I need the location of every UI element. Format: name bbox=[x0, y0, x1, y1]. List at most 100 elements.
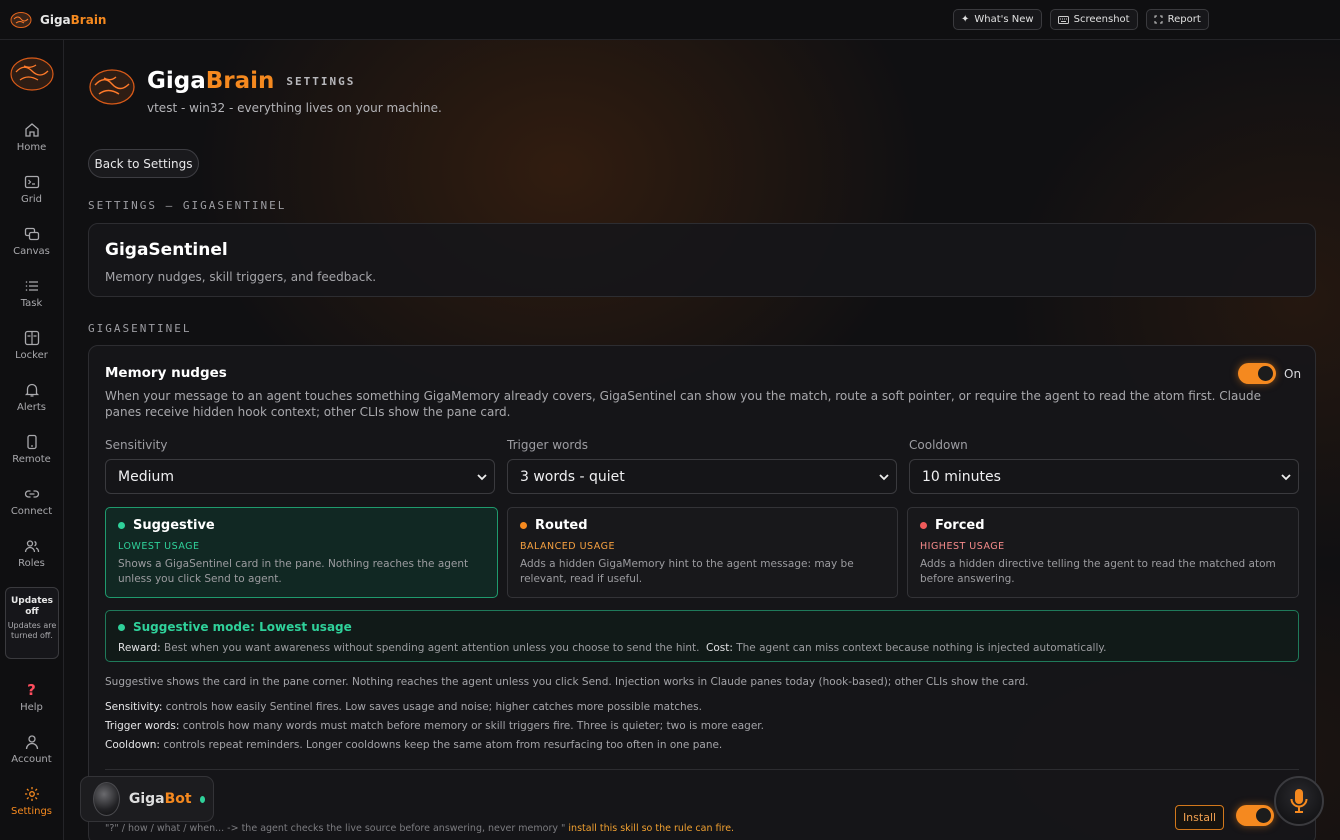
cooldown-value: 10 minutes bbox=[922, 468, 1001, 485]
note-text: controls how many words must match befor… bbox=[182, 720, 764, 732]
link-icon bbox=[24, 490, 39, 498]
mode-name: Suggestive bbox=[133, 518, 215, 533]
skill-rule-line: "?" / how / what / when... -> the agent … bbox=[105, 823, 734, 834]
sensitivity-note: Sensitivity: controls how easily Sentine… bbox=[105, 701, 702, 713]
sensitivity-label: Sensitivity bbox=[105, 438, 168, 452]
breadcrumb: SETTINGS — GIGASENTINEL bbox=[88, 199, 287, 212]
mode-description: Adds a hidden GigaMemory hint to the age… bbox=[520, 558, 854, 585]
mode-option-suggestive[interactable]: Suggestive LOWEST USAGE Shows a GigaSent… bbox=[105, 507, 498, 598]
sidebar-item-account[interactable]: Account bbox=[0, 734, 63, 780]
note-label: Sensitivity: bbox=[105, 701, 163, 713]
updates-status-box[interactable]: Updates off Updates are turned off. bbox=[5, 587, 59, 659]
brand-name-b: Brain bbox=[70, 12, 107, 27]
sidebar-item-task[interactable]: Task bbox=[0, 278, 63, 324]
sidebar-item-settings[interactable]: Settings bbox=[0, 786, 63, 832]
sensitivity-select[interactable]: Medium bbox=[105, 459, 495, 494]
microphone-button[interactable] bbox=[1274, 776, 1324, 826]
memory-nudges-card: Memory nudges On When your message to an… bbox=[88, 345, 1316, 840]
note-label: Trigger words: bbox=[105, 720, 180, 732]
updates-text: Updates are turned off. bbox=[7, 621, 57, 640]
sidebar-item-alerts[interactable]: Alerts bbox=[0, 382, 63, 428]
report-button[interactable]: Report bbox=[1145, 9, 1209, 30]
help-icon: ? bbox=[27, 681, 36, 699]
sidebar-item-help[interactable]: ? Help bbox=[0, 682, 63, 728]
bell-icon bbox=[24, 383, 39, 397]
brand-name-a: Giga bbox=[40, 12, 71, 27]
mode-description: Adds a hidden directive telling the agen… bbox=[920, 558, 1276, 585]
mode-usage: BALANCED USAGE bbox=[520, 541, 615, 552]
page-subtitle: vtest - win32 - everything lives on your… bbox=[147, 100, 442, 115]
status-dot-icon bbox=[118, 623, 125, 631]
mode-summary-title: Suggestive mode: Lowest usage bbox=[133, 620, 352, 634]
mode-summary-reward: Reward: Best when you want awareness wit… bbox=[118, 642, 700, 654]
sensitivity-value: Medium bbox=[118, 468, 174, 485]
mode-summary: Suggestive mode: Lowest usage Reward: Be… bbox=[105, 610, 1299, 662]
page-header: GigaBrain SETTINGS vtest - win32 - everyt… bbox=[87, 66, 442, 115]
memory-nudges-description: When your message to an agent touches so… bbox=[105, 389, 1261, 419]
cooldown-select[interactable]: 10 minutes bbox=[909, 459, 1299, 494]
intro-card: GigaSentinel Memory nudges, skill trigge… bbox=[88, 223, 1316, 297]
memory-nudges-title: Memory nudges bbox=[105, 365, 227, 381]
memory-nudges-toggle[interactable] bbox=[1238, 363, 1276, 384]
reward-text: Best when you want awareness without spe… bbox=[164, 642, 700, 654]
expand-icon bbox=[1154, 15, 1163, 24]
toggle-knob bbox=[1256, 808, 1271, 823]
sidebar-item-remote[interactable]: Remote bbox=[0, 434, 63, 480]
gigabot-label: GigaBot bbox=[129, 791, 192, 807]
toggle-label: On bbox=[1284, 367, 1302, 381]
cost-label: Cost: bbox=[706, 642, 733, 654]
sidebar-label-connect: Connect bbox=[10, 506, 53, 517]
sidebar-label-remote: Remote bbox=[12, 454, 51, 465]
install-skill-link[interactable]: install this skill so the rule can fire. bbox=[568, 823, 734, 834]
screenshot-button[interactable]: Screenshot bbox=[1049, 9, 1138, 30]
title-a: Giga bbox=[147, 68, 206, 94]
sidebar: Home Grid Canvas Task Locker Alerts Remo… bbox=[0, 40, 64, 840]
cooldown-label: Cooldown bbox=[909, 438, 968, 452]
sidebar-label-alerts: Alerts bbox=[16, 402, 46, 413]
intro-card-subtitle: Memory nudges, skill triggers, and feedb… bbox=[105, 270, 377, 284]
suggestive-note: Suggestive shows the card in the pane co… bbox=[105, 676, 1029, 688]
mode-name: Forced bbox=[935, 518, 985, 533]
cost-text: The agent can miss context because nothi… bbox=[736, 642, 1107, 654]
note-label: Cooldown: bbox=[105, 739, 160, 751]
phone-icon bbox=[26, 434, 37, 450]
status-dot-icon bbox=[118, 522, 125, 529]
brain-logo-icon bbox=[10, 11, 32, 28]
updates-title: Updates off bbox=[10, 596, 54, 617]
install-button[interactable]: Install bbox=[1175, 805, 1224, 830]
trigger-words-select[interactable]: 3 words - quiet bbox=[507, 459, 897, 494]
sidebar-item-canvas[interactable]: Canvas bbox=[0, 226, 63, 272]
back-to-settings-button[interactable]: Back to Settings bbox=[88, 149, 199, 178]
home-icon bbox=[24, 123, 39, 137]
sidebar-item-connect[interactable]: Connect bbox=[0, 486, 63, 532]
brain-logo-icon[interactable] bbox=[8, 54, 56, 94]
sidebar-item-home[interactable]: Home bbox=[0, 122, 63, 168]
gigabot-widget[interactable]: GigaBot bbox=[80, 776, 214, 822]
mode-option-routed[interactable]: Routed BALANCED USAGE Adds a hidden Giga… bbox=[507, 507, 898, 598]
sidebar-label-account: Account bbox=[11, 754, 52, 765]
skill-rule-text: "?" / how / what / when... -> the agent … bbox=[105, 823, 566, 834]
users-icon bbox=[24, 540, 39, 553]
sidebar-label-settings: Settings bbox=[10, 806, 52, 817]
intro-card-title: GigaSentinel bbox=[105, 240, 228, 260]
sidebar-item-locker[interactable]: Locker bbox=[0, 330, 63, 376]
keyboard-icon bbox=[1057, 15, 1069, 24]
trigger-words-note: Trigger words: controls how many words m… bbox=[105, 720, 764, 732]
sidebar-item-grid[interactable]: Grid bbox=[0, 174, 63, 220]
whats-new-button[interactable]: ✦ What's New bbox=[953, 9, 1042, 30]
sidebar-item-roles[interactable]: Roles bbox=[0, 538, 63, 584]
app-brand[interactable]: Giga Brain bbox=[10, 11, 106, 29]
status-dot-icon bbox=[920, 522, 927, 529]
mode-option-forced[interactable]: Forced HIGHEST USAGE Adds a hidden direc… bbox=[907, 507, 1299, 598]
sidebar-label-locker: Locker bbox=[15, 350, 48, 361]
trigger-words-value: 3 words - quiet bbox=[520, 468, 625, 485]
sidebar-label-home: Home bbox=[16, 142, 47, 153]
mode-summary-cost: Cost: The agent can miss context because… bbox=[706, 642, 1106, 654]
screenshot-label: Screenshot bbox=[1073, 14, 1130, 25]
mode-name: Routed bbox=[535, 518, 588, 533]
top-bar: Giga Brain ✦ What's New Screenshot Report bbox=[0, 0, 1340, 40]
trigger-words-label: Trigger words bbox=[507, 438, 588, 452]
divider bbox=[105, 769, 1299, 770]
skill-toggle[interactable] bbox=[1236, 805, 1274, 826]
chevron-down-icon bbox=[879, 474, 889, 481]
